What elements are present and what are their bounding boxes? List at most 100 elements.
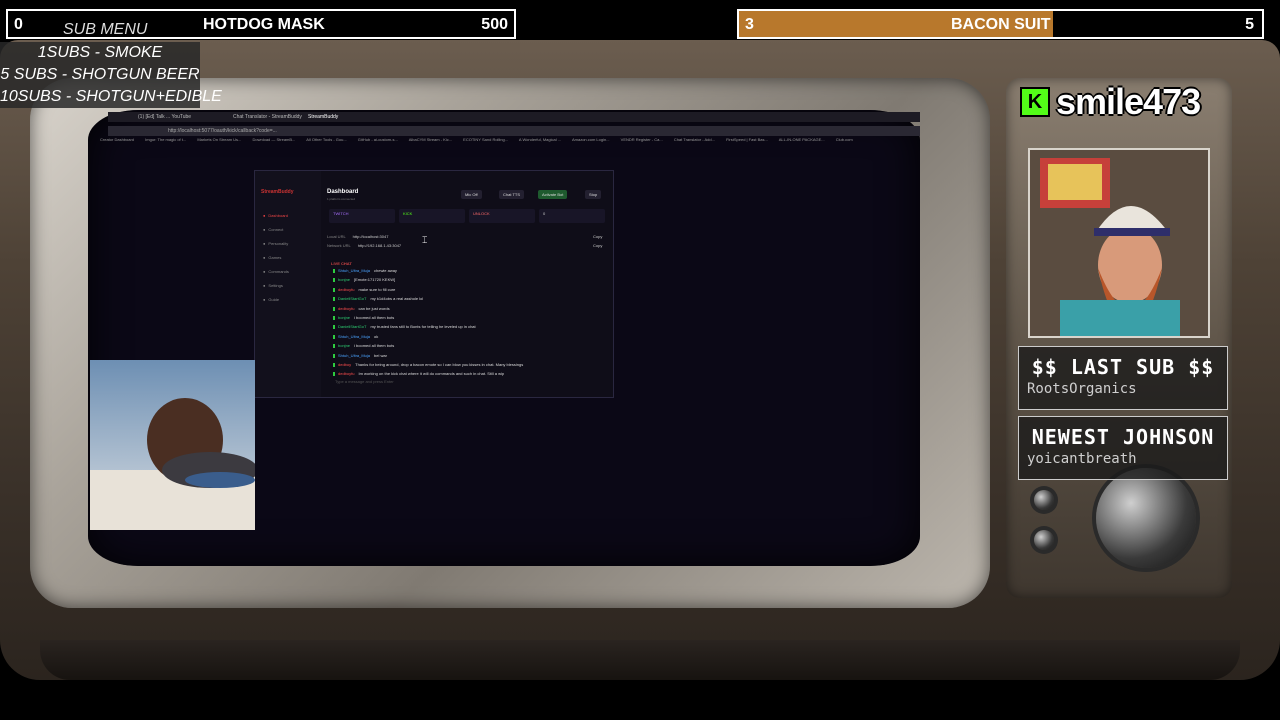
mouse-cursor-icon: ⌶ [422, 235, 428, 245]
chat-message: bonjne i boomed all them bots [333, 343, 394, 348]
address-bar-url: http://localhost:5077/oauth/kick/callbac… [168, 128, 277, 134]
bookmark[interactable]: AlbaCYM Stream - Kic... [409, 137, 452, 142]
webcam-feed [1028, 148, 1210, 338]
kick-logo-icon: K [1020, 87, 1050, 117]
sidebar-item-settings[interactable]: Settings [263, 283, 282, 288]
browser-tab-active[interactable]: StreamBuddy [308, 114, 338, 120]
newest-heading: NEWEST JOHNSON [1031, 425, 1215, 449]
chat-message: bonjne [Emote:171720 KEKW] [333, 277, 395, 282]
browser-tab[interactable]: Chat Translator - StreamBuddy [233, 114, 302, 120]
stat-card-unlock: UNLOCK [469, 209, 535, 223]
chat-username[interactable]: Shtuh_Ultra_Muja [338, 268, 370, 273]
webcam-image [1030, 150, 1208, 336]
bookmark[interactable]: All Other Tools - Gou... [306, 137, 346, 142]
bookmark[interactable]: Creator Dashboard [100, 137, 134, 142]
bookmark[interactable]: VENDR Register - Ca... [621, 137, 663, 142]
bookmark[interactable]: ECOTINY Sand Rolling... [463, 137, 508, 142]
stat-card-kick: KICK [399, 209, 465, 223]
chat-username[interactable]: DaniellStartGoT [338, 296, 366, 301]
stat-label: KICK [403, 211, 413, 216]
stat-label: UNLOCK [473, 211, 490, 216]
bookmark[interactable]: Markets On Stream Us... [197, 137, 241, 142]
browser-tab[interactable]: (1) [Ed] Talk ... YouTube [138, 114, 191, 120]
overlay-video-clip [90, 360, 255, 530]
page-title: Dashboard [327, 189, 359, 195]
tv-knob-small-2 [1034, 530, 1054, 550]
sidebar-item-guide[interactable]: Guide [263, 297, 279, 302]
chat-username[interactable]: dedboyfu [338, 287, 354, 292]
bookmark[interactable]: Chat Translator - Add... [674, 137, 715, 142]
goal-bar-right: 3 BACON SUIT 5 [737, 9, 1264, 39]
live-chat-label: LIVE CHAT [331, 261, 352, 266]
chat-username[interactable]: dedboyfu [338, 371, 354, 376]
goal-bar-left: 0 SUB MENU HOTDOG MASK 500 [6, 9, 516, 39]
activate-bot-button[interactable]: Activate Bot [538, 190, 568, 199]
chat-username[interactable]: bonjne [338, 277, 350, 282]
stop-button[interactable]: Stop [585, 190, 602, 199]
sidebar: StreamBuddy Dashboard Connect Personalit… [255, 171, 321, 397]
goal-title: BACON SUIT [951, 16, 1051, 33]
chat-text: can be just words [358, 305, 390, 311]
page-subtitle: 1 platform connected [327, 197, 356, 201]
chat-message: dedboyfu make sure to fill cure [333, 287, 395, 292]
bookmark[interactable]: Club.com [836, 137, 853, 142]
sub-menu-title: SUB MENU [63, 21, 148, 38]
browser-tab-bar: (1) [Ed] Talk ... YouTube Chat Translato… [108, 112, 920, 122]
bookmark[interactable]: Imgur: The magic of t... [145, 137, 186, 142]
bookmark[interactable]: Amazon.com Login... [572, 137, 610, 142]
chat-username[interactable]: Shtuh_Ultra_Muja [338, 334, 370, 339]
chat-text: chewie away [374, 268, 397, 273]
chat-username[interactable]: DaniellStartGoT [338, 324, 366, 329]
chat-text: i boomed all them bots [354, 315, 395, 320]
tv-base [40, 640, 1240, 680]
chat-username[interactable]: dedboyfu [338, 306, 354, 311]
copy-button[interactable]: Copy [593, 243, 602, 248]
chat-message: dedboyfu can be just words [333, 306, 390, 311]
last-sub-value: RootsOrganics [1027, 381, 1137, 397]
chat-username[interactable]: bonjne [338, 315, 350, 320]
sidebar-item-commands[interactable]: Commands [263, 269, 288, 274]
sidebar-item-games[interactable]: Games [263, 255, 281, 260]
chat-tts-button[interactable]: Chat TTS [499, 190, 525, 199]
sub-menu-item: 5 SUBS - SHOTGUN BEER [0, 66, 200, 83]
chat-text: Thanks for being around, drop a bacon em… [355, 362, 524, 367]
chat-text: [Emote:171720 KEKW] [354, 277, 396, 283]
chat-message: bonjne i boomed all them bots [333, 315, 394, 320]
chat-username[interactable]: Shtuh_Ultra_Muja [338, 353, 370, 358]
stat-label: 0 [543, 211, 546, 216]
app-brand: StreamBuddy [261, 189, 294, 195]
bookmark[interactable]: GitHub - ai-custom-s... [358, 137, 398, 142]
bookmark[interactable]: ALL-IN-ONE PACKAGE... [779, 137, 825, 142]
bookmarks-bar: Creator Dashboard Imgur: The magic of t.… [100, 137, 920, 145]
stat-label: TWITCH [333, 211, 349, 216]
chat-text: i boomed all them bots [354, 343, 395, 349]
chat-text: my trusted fans still to Bonts for telli… [370, 324, 476, 330]
chat-text: Im working on the kick chat where it wil… [358, 371, 505, 377]
address-bar[interactable]: http://localhost:5077/oauth/kick/callbac… [108, 126, 920, 136]
stat-card-twitch: TWITCH [329, 209, 395, 223]
bookmark[interactable]: Download — StreamB... [252, 137, 295, 142]
streambuddy-window: StreamBuddy Dashboard Connect Personalit… [254, 170, 614, 398]
chat-message: Shtuh_Ultra_Muja bel war [333, 353, 387, 358]
chat-username[interactable]: bonjne [338, 343, 350, 348]
goal-count: 3 [745, 16, 754, 33]
sidebar-item-personality[interactable]: Personality [263, 241, 288, 246]
chat-username[interactable]: dedboy [338, 362, 351, 367]
sub-menu-item: 1SUBS - SMOKE [37, 44, 163, 61]
tv-knob-small-1 [1034, 490, 1054, 510]
bookmark[interactable]: A Wonderful, Magical ... [519, 137, 561, 142]
sidebar-item-dashboard[interactable]: Dashboard [263, 213, 288, 218]
chat-text: make sure to fill cure [358, 286, 396, 292]
chat-input[interactable]: Type a message and press Enter [335, 379, 394, 384]
goal-target: 5 [1245, 16, 1254, 33]
copy-button[interactable]: Copy [593, 234, 602, 239]
clip-image [90, 360, 255, 530]
sub-menu-item: 10SUBS - SHOTGUN+EDIBLE [0, 88, 222, 105]
url-value: http://192.168.1.43:3047 [357, 243, 402, 248]
mic-off-button[interactable]: Mic Off [461, 190, 482, 199]
sidebar-item-connect[interactable]: Connect [263, 227, 283, 232]
last-sub-heading: $$ LAST SUB $$ [1031, 355, 1215, 379]
chat-message: DaniellStartGoT my k1d4obs a real asshole… [333, 296, 423, 301]
newest-value: yoicantbreath [1027, 451, 1137, 467]
bookmark[interactable]: FirstSpeed | Fast Bas... [726, 137, 768, 142]
